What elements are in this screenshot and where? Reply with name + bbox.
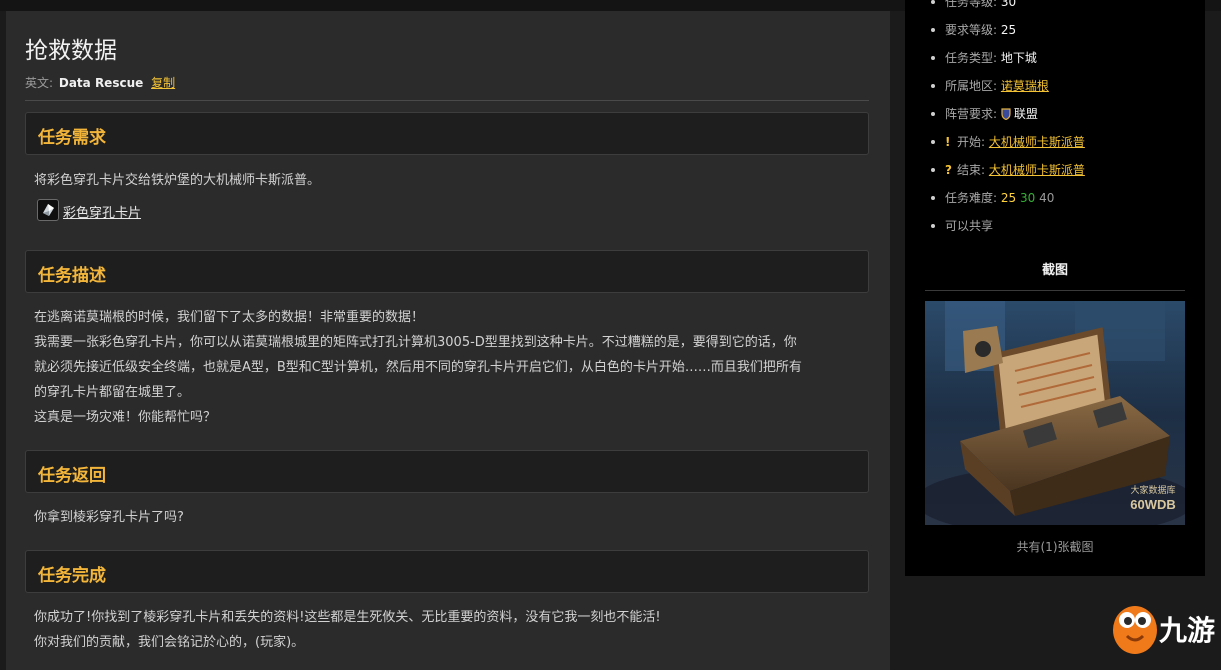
completion-text: 你成功了!你找到了棱彩穿孔卡片和丢失的资料!这些都是生死攸关、无比重要的资料，没…	[34, 605, 864, 655]
quest-level-value: 30	[1000, 0, 1017, 9]
quest-type-value: 地下城	[1000, 51, 1037, 65]
info-quest-type: 任务类型: 地下城	[929, 44, 1085, 72]
description-line: 我需要一张彩色穿孔卡片，你可以从诺莫瑞根城里的矩阵式打孔计算机3005-D型里找…	[34, 335, 797, 350]
faction-value: 联盟	[1013, 107, 1038, 121]
quest-type-label: 任务类型:	[945, 51, 998, 65]
description-line: 在逃离诺莫瑞根的时候，我们留下了太多的数据！非常重要的数据！	[34, 310, 425, 325]
description-text: 在逃离诺莫瑞根的时候，我们留下了太多的数据！非常重要的数据！ 我需要一张彩色穿孔…	[34, 305, 864, 430]
screenshots-divider	[925, 290, 1185, 291]
logo-mascot-icon	[1113, 606, 1157, 654]
english-name: Data Rescue	[58, 76, 144, 90]
shareable-text: 可以共享	[945, 219, 994, 233]
title-divider	[25, 100, 869, 101]
progress-header-label: 任务返回	[38, 466, 106, 486]
quest-start-icon: !	[945, 135, 951, 149]
info-end-npc: ? 结束: 大机械师卡斯派普	[929, 156, 1085, 184]
description-header-label: 任务描述	[38, 266, 106, 286]
quest-main-panel: 抢救数据 英文: Data Rescue 复制 任务需求 将彩色穿孔卡片交给铁炉…	[6, 11, 890, 670]
logo-text: 九游	[1159, 615, 1215, 646]
english-name-line: 英文: Data Rescue 复制	[25, 74, 175, 91]
difficulty-yellow: 25	[1000, 191, 1017, 205]
watermark-line2: 60WDB	[1130, 497, 1176, 512]
completion-header-label: 任务完成	[38, 566, 106, 586]
quest-screenshot[interactable]: 大家数据库 60WDB	[925, 301, 1185, 525]
end-label: 结束:	[957, 163, 986, 177]
quest-end-icon: ?	[945, 163, 952, 177]
required-level-value: 25	[1000, 23, 1017, 37]
watermark-line1: 大家数据库	[1130, 484, 1175, 495]
info-faction: 阵营要求: 联盟	[929, 100, 1085, 128]
requirement-header-label: 任务需求	[38, 128, 106, 148]
shield-icon	[1001, 102, 1011, 130]
progress-header: 任务返回	[25, 450, 869, 493]
screenshots-caption: 共有(1)张截图	[1016, 540, 1094, 554]
info-difficulty: 任务难度: 25 30 40	[929, 184, 1085, 212]
quest-info-list: 任务等级: 30 要求等级: 25 任务类型: 地下城 所属地区: 诺莫瑞根 阵…	[929, 0, 1085, 240]
start-label: 开始:	[957, 135, 986, 149]
end-npc-link[interactable]: 大机械师卡斯派普	[989, 163, 1085, 177]
info-required-level: 要求等级: 25	[929, 16, 1085, 44]
quest-info-sidebar: 任务等级: 30 要求等级: 25 任务类型: 地下城 所属地区: 诺莫瑞根 阵…	[905, 0, 1205, 576]
completion-line: 你对我们的贡献，我们会铭记於心的，(玩家)。	[34, 635, 305, 650]
description-line: 这真是一场灾难！你能帮忙吗？	[34, 410, 217, 425]
requirement-text: 将彩色穿孔卡片交给铁炉堡的大机械师卡斯派普。	[34, 173, 321, 188]
crystal-card-icon	[37, 199, 59, 221]
zone-link[interactable]: 诺莫瑞根	[1001, 79, 1049, 93]
info-shareable: 可以共享	[929, 212, 1085, 240]
required-item-link[interactable]: 彩色穿孔卡片	[63, 202, 141, 221]
difficulty-label: 任务难度:	[945, 191, 998, 205]
info-start-npc: ! 开始: 大机械师卡斯派普	[929, 128, 1085, 156]
info-quest-level: 任务等级: 30	[929, 0, 1085, 16]
zone-label: 所属地区:	[945, 79, 998, 93]
english-label: 英文:	[25, 76, 54, 90]
copy-link[interactable]: 复制	[151, 76, 175, 90]
jiuyou-logo: 九游	[1107, 598, 1221, 658]
page-title: 抢救数据	[25, 38, 117, 64]
progress-text: 你拿到棱彩穿孔卡片了吗?	[34, 510, 184, 525]
difficulty-green: 30	[1019, 191, 1036, 205]
requirement-header: 任务需求	[25, 112, 869, 155]
description-line: 的穿孔卡片都留在城里了。	[34, 385, 191, 400]
start-npc-link[interactable]: 大机械师卡斯派普	[989, 135, 1085, 149]
completion-line: 你成功了!你找到了棱彩穿孔卡片和丢失的资料!这些都是生死攸关、无比重要的资料，没…	[34, 610, 661, 625]
description-header: 任务描述	[25, 250, 869, 293]
description-line: 就必须先接近低级安全终端，也就是A型，B型和C型计算机，然后用不同的穿孔卡片开启…	[34, 360, 802, 375]
completion-header: 任务完成	[25, 550, 869, 593]
screenshots-title: 截图	[1041, 263, 1068, 278]
difficulty-grey: 40	[1039, 191, 1055, 205]
quest-level-label: 任务等级:	[945, 0, 998, 9]
required-level-label: 要求等级:	[945, 23, 998, 37]
faction-label: 阵营要求:	[945, 107, 998, 121]
info-zone: 所属地区: 诺莫瑞根	[929, 72, 1085, 100]
